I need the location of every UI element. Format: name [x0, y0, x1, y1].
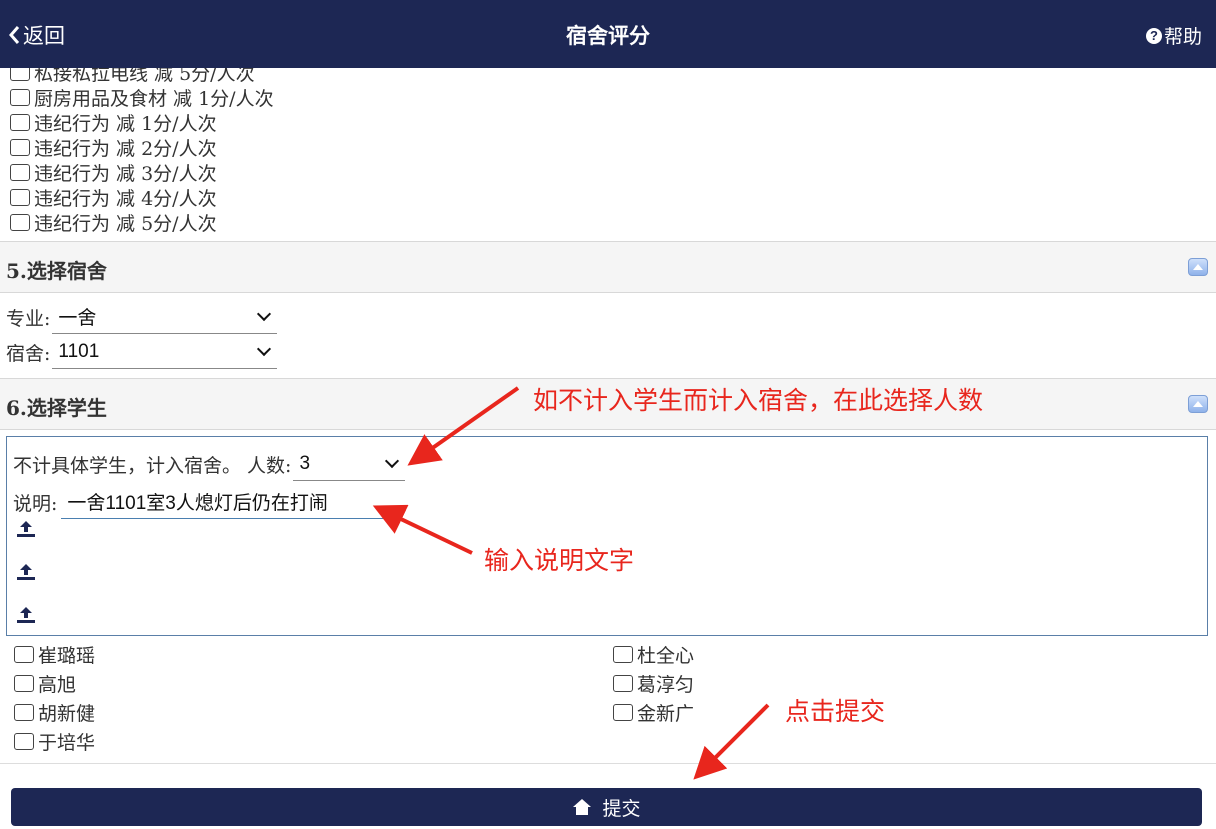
checkbox[interactable]: [613, 703, 633, 721]
collapse-up-icon[interactable]: [1188, 395, 1208, 413]
student-name: 金新广: [637, 702, 695, 725]
annotation-count-note: 如不计入学生而计入宿舍，在此选择人数: [533, 387, 984, 415]
top-bar: 返回 宿舍评分 ? 帮助: [0, 0, 1216, 68]
upload-icon[interactable]: [16, 519, 36, 539]
student-name: 胡新健: [38, 702, 96, 725]
collapse-up-icon[interactable]: [1188, 258, 1208, 276]
rule-list: 私接私拉电线 减 5分/人次 厨房用品及食材 减 1分/人次 违纪行为 减 1分…: [10, 60, 1200, 235]
dorm-value: 1101: [58, 340, 100, 362]
description-input[interactable]: 一舍1101室3人熄灯后仍在打闹: [61, 485, 392, 519]
home-icon: [573, 799, 592, 815]
help-button[interactable]: ? 帮助: [1145, 22, 1202, 49]
dorm-select[interactable]: 1101: [52, 335, 278, 369]
student-item[interactable]: 崔璐瑶: [14, 641, 95, 667]
rule-item[interactable]: 违纪行为 减 3分/人次: [10, 160, 1200, 185]
description-row: 说明: 一舍1101室3人熄灯后仍在打闹: [13, 485, 392, 519]
student-item[interactable]: 于培华: [14, 728, 95, 754]
rule-item[interactable]: 违纪行为 减 1分/人次: [10, 110, 1200, 135]
dorm-label: 宿舍:: [6, 342, 51, 365]
rule-label: 厨房用品及食材 减 1分/人次: [34, 88, 274, 110]
description-label: 说明:: [13, 492, 58, 515]
student-name: 杜全心: [637, 644, 695, 667]
count-label: 不计具体学生，计入宿舍。 人数:: [13, 454, 292, 477]
chevron-down-icon: [257, 306, 272, 322]
question-icon: ?: [1145, 27, 1162, 44]
submit-button[interactable]: 提交: [11, 788, 1202, 826]
checkbox[interactable]: [10, 189, 30, 206]
major-label: 专业:: [6, 307, 51, 330]
student-item[interactable]: 胡新健: [14, 699, 95, 725]
student-item[interactable]: 葛淳匀: [613, 670, 694, 696]
checkbox[interactable]: [613, 674, 633, 692]
checkbox[interactable]: [14, 645, 34, 663]
student-name: 崔璐瑶: [38, 644, 96, 667]
rule-label: 违纪行为 减 1分/人次: [34, 113, 217, 135]
student-name: 高旭: [38, 673, 77, 696]
upload-icon[interactable]: [16, 605, 36, 625]
rule-label: 违纪行为 减 5分/人次: [34, 213, 217, 235]
chevron-down-icon: [257, 341, 272, 357]
checkbox[interactable]: [10, 214, 30, 231]
rule-label: 违纪行为 减 4分/人次: [34, 188, 217, 210]
rule-label: 违纪行为 减 2分/人次: [34, 138, 217, 160]
count-select[interactable]: 3: [293, 447, 406, 481]
major-select[interactable]: 一舍: [52, 300, 278, 334]
major-value: 一舍: [58, 308, 97, 329]
checkbox[interactable]: [10, 89, 30, 106]
checkbox[interactable]: [10, 139, 30, 156]
student-item[interactable]: 金新广: [613, 699, 694, 725]
dorm-count-panel: 不计具体学生，计入宿舍。 人数: 3 说明: 一舍1101室3人熄灯后仍在打闹: [6, 436, 1208, 636]
annotation-submit-note: 点击提交: [785, 698, 886, 726]
student-name: 葛淳匀: [637, 673, 695, 696]
section-title: 6.选择学生: [6, 396, 107, 420]
rule-label: 违纪行为 减 3分/人次: [34, 163, 217, 185]
rule-item[interactable]: 违纪行为 减 2分/人次: [10, 135, 1200, 160]
checkbox[interactable]: [14, 703, 34, 721]
major-row: 专业: 一舍: [6, 300, 278, 334]
rule-item[interactable]: 违纪行为 减 5分/人次: [10, 210, 1200, 235]
upload-icon[interactable]: [16, 562, 36, 582]
count-value: 3: [299, 452, 311, 474]
count-row: 不计具体学生，计入宿舍。 人数: 3: [13, 447, 406, 481]
student-name: 于培华: [38, 731, 96, 754]
rule-item[interactable]: 厨房用品及食材 减 1分/人次: [10, 85, 1200, 110]
checkbox[interactable]: [10, 164, 30, 181]
annotation-description-note: 输入说明文字: [484, 547, 635, 575]
submit-label: 提交: [602, 798, 641, 820]
student-item[interactable]: 高旭: [14, 670, 76, 696]
checkbox[interactable]: [14, 674, 34, 692]
divider: [0, 763, 1216, 764]
checkbox[interactable]: [14, 732, 34, 750]
student-item[interactable]: 杜全心: [613, 641, 694, 667]
section-title: 5.选择宿舍: [6, 259, 107, 283]
page-title: 宿舍评分: [566, 25, 650, 48]
rule-item[interactable]: 违纪行为 减 4分/人次: [10, 185, 1200, 210]
section-select-dorm-header[interactable]: 5.选择宿舍: [0, 241, 1216, 293]
checkbox[interactable]: [10, 114, 30, 131]
checkbox[interactable]: [613, 645, 633, 663]
chevron-down-icon: [385, 453, 400, 469]
help-label: 帮助: [1163, 27, 1202, 48]
dorm-row: 宿舍: 1101: [6, 335, 278, 369]
